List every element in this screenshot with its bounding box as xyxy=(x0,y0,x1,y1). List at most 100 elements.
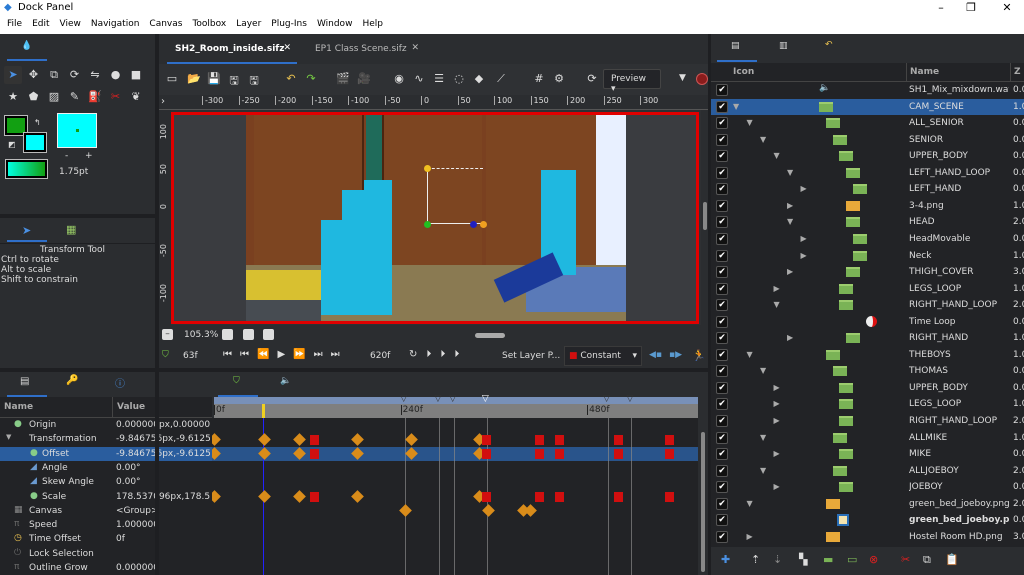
layer-name[interactable]: THOMAS xyxy=(909,366,1009,376)
layer-row[interactable]: ✔ ▶ THIGH_COVER 3.0 xyxy=(711,264,1024,281)
layer-name[interactable]: THEBOYS xyxy=(909,350,1009,360)
scale-handle[interactable] xyxy=(480,221,487,228)
layer-row[interactable]: ✔ ▶ RIGHT_HAND_LOOP 2.0 xyxy=(711,413,1024,430)
layer-visibility-checkbox[interactable]: ✔ xyxy=(716,365,728,378)
layer-name[interactable]: RIGHT_HAND xyxy=(909,333,1009,343)
waypoint-constant[interactable] xyxy=(310,449,320,460)
layer-name[interactable]: HeadMovable xyxy=(909,234,1009,244)
layer-row[interactable]: ✔ ▶ MIKE 0.0 xyxy=(711,446,1024,463)
collapse-icon[interactable]: ▼ xyxy=(747,350,753,359)
params-header-name[interactable]: Name xyxy=(4,402,33,412)
expand-icon[interactable]: ▶ xyxy=(787,267,793,276)
layer-row[interactable]: ✔ ▶ LEFT_HAND 0.0 xyxy=(711,181,1024,198)
keyframe-marker[interactable]: ▽ xyxy=(434,394,441,404)
layer-row[interactable]: ✔ ▼ RIGHT_HAND_LOOP 2.0 xyxy=(711,297,1024,314)
toggle-handles-icon[interactable]: ◉ xyxy=(391,72,407,85)
layer-row[interactable]: ✔ ▶ RIGHT_HAND 1.0 xyxy=(711,330,1024,347)
waypoint-constant[interactable] xyxy=(614,449,624,460)
layer-visibility-checkbox[interactable]: ✔ xyxy=(716,398,728,411)
collapse-icon[interactable]: ▼ xyxy=(760,135,766,144)
menu-toolbox[interactable]: Toolbox xyxy=(187,17,231,34)
fill-color-swatch[interactable] xyxy=(23,132,47,153)
layer-visibility-checkbox[interactable]: ✔ xyxy=(716,415,728,427)
layer-visibility-checkbox[interactable]: ✔ xyxy=(716,481,728,494)
minimize-button[interactable]: – xyxy=(926,1,956,14)
layer-visibility-checkbox[interactable]: ✔ xyxy=(716,381,728,394)
expand-icon[interactable]: ▶ xyxy=(774,482,780,491)
animation-mode-icon[interactable]: ⛉ xyxy=(162,350,169,360)
layer-name[interactable]: THIGH_COVER xyxy=(909,267,1009,277)
layers-tab-icon[interactable]: ▤ xyxy=(731,41,740,51)
collapse-icon[interactable]: ▼ xyxy=(760,433,766,442)
layer-row[interactable]: ✔ ▼ ALLMIKE 1.0 xyxy=(711,430,1024,447)
time-tracks[interactable] xyxy=(212,418,698,575)
param-value[interactable]: -9.846756px,-9.612500px xyxy=(116,449,210,459)
layer-row[interactable]: ✔ ▶ UPPER_BODY 0.0 xyxy=(711,380,1024,397)
tool-options-tab-icon[interactable]: ➤ xyxy=(22,224,31,237)
close-tab-icon[interactable]: ✕ xyxy=(283,43,291,53)
origin-handle[interactable] xyxy=(424,221,431,228)
layer-visibility-checkbox[interactable]: ✔ xyxy=(716,530,728,543)
time-cursor[interactable] xyxy=(261,404,265,418)
layer-row[interactable]: ✔ ▼ HEAD 2.0 xyxy=(711,214,1024,231)
zoom-out-button[interactable]: – xyxy=(162,329,173,340)
layer-visibility-checkbox[interactable]: ✔ xyxy=(716,249,728,262)
layer-row[interactable]: ✔ 🔈 SH1_Mix_mixdown.wav 0.0 xyxy=(711,82,1024,99)
layer-name[interactable]: JOEBOY xyxy=(909,482,1009,492)
menu-help[interactable]: Help xyxy=(357,17,388,34)
cutout-tool-icon[interactable]: ✂ xyxy=(107,88,125,106)
layer-visibility-checkbox[interactable]: ✔ xyxy=(716,464,728,477)
copy-icon[interactable]: ⧉ xyxy=(923,553,931,567)
spline-tool-icon[interactable]: ✎ xyxy=(66,88,84,106)
layer-row[interactable]: ✔ ▶ Neck 1.0 xyxy=(711,248,1024,265)
layer-row[interactable]: ✔ ▼ ALL_SENIOR 0.0 xyxy=(711,115,1024,132)
expand-icon[interactable]: ▶ xyxy=(801,184,807,193)
layer-name[interactable]: SENIOR xyxy=(909,135,1009,145)
decrease-size-button[interactable]: - xyxy=(65,151,68,161)
layer-name[interactable]: 3-4.png xyxy=(909,201,1009,211)
interpolation-dropdown[interactable]: ■ Constant ▾ xyxy=(564,346,642,366)
layer-row[interactable]: ✔ green_bed_joeboy.png 0.0 xyxy=(711,512,1024,529)
layer-row[interactable]: ✔ ▶ HeadMovable 0.0 xyxy=(711,231,1024,248)
paste-icon[interactable]: 📋 xyxy=(945,553,959,566)
collapse-icon[interactable]: ▼ xyxy=(747,499,753,508)
collapse-icon[interactable]: ▼ xyxy=(760,466,766,475)
waypoint-constant[interactable] xyxy=(555,434,565,445)
loop-and-bounds-controls[interactable]: ↻⏵⏵⏵ xyxy=(409,349,468,360)
layer-row[interactable]: ✔ ▼ CAM_SCENE 1.0 xyxy=(711,98,1024,116)
layer-row[interactable]: ✔ ▼ UPPER_BODY 0.0 xyxy=(711,148,1024,165)
swap-colors-icon[interactable]: ↰ xyxy=(34,118,41,127)
params-tab-icon[interactable]: ▤ xyxy=(20,376,29,387)
preview-render-icon[interactable]: 🎥 xyxy=(356,72,372,85)
waypoint-constant[interactable] xyxy=(664,449,674,460)
fill-tool-icon[interactable]: ⛽ xyxy=(86,88,104,106)
transform-tool-icon[interactable]: ➤ xyxy=(4,66,22,84)
layer-visibility-checkbox[interactable]: ✔ xyxy=(716,232,728,245)
layer-row[interactable]: ✔ ▼ THEBOYS 1.0 xyxy=(711,347,1024,364)
draw-tool-icon[interactable]: ❦ xyxy=(127,88,145,106)
waypoint-constant[interactable] xyxy=(310,492,320,502)
param-row[interactable]: π Outline Grow 0.000000 xyxy=(0,561,212,575)
layer-row[interactable]: ✔ ▼ SENIOR 0.0 xyxy=(711,132,1024,149)
layer-name[interactable]: green_bed_joeboy.png xyxy=(909,499,1009,509)
record-button[interactable] xyxy=(696,73,708,85)
layer-row[interactable]: ✔ ▼ LEFT_HAND_LOOP 0.0 xyxy=(711,165,1024,182)
info-tab-icon[interactable]: ⓘ xyxy=(115,375,125,390)
param-row[interactable]: ⏻ Lock Selection xyxy=(0,547,212,561)
param-value[interactable]: <Group> xyxy=(116,506,210,516)
gradient-tool-icon[interactable]: ▨ xyxy=(45,88,63,106)
layer-visibility-checkbox[interactable]: ✔ xyxy=(716,166,728,179)
menu-layer[interactable]: Layer xyxy=(231,17,266,34)
layer-row[interactable]: ✔ ▶ Hostel Room HD.png 3.0 xyxy=(711,529,1024,546)
vertex-ducks-icon[interactable]: ◆ xyxy=(471,72,487,85)
expand-icon[interactable]: ▶ xyxy=(787,333,793,342)
delete-layer-icon[interactable]: ⊗ xyxy=(869,553,878,566)
angle-handle[interactable] xyxy=(470,221,477,228)
layer-row[interactable]: ✔ ▶ LEGS_LOOP 1.0 xyxy=(711,281,1024,298)
zoom-level[interactable]: 105.3% xyxy=(184,330,218,340)
param-row[interactable]: ▼ Transformation -9.846756px,-9.612500px xyxy=(0,432,212,446)
keyframe-lock-future-icon[interactable]: ▪▶ xyxy=(669,350,682,360)
collapse-icon[interactable]: ▼ xyxy=(733,102,739,111)
expand-icon[interactable]: ▶ xyxy=(747,532,753,541)
layer-name[interactable]: LEGS_LOOP xyxy=(909,284,1009,294)
